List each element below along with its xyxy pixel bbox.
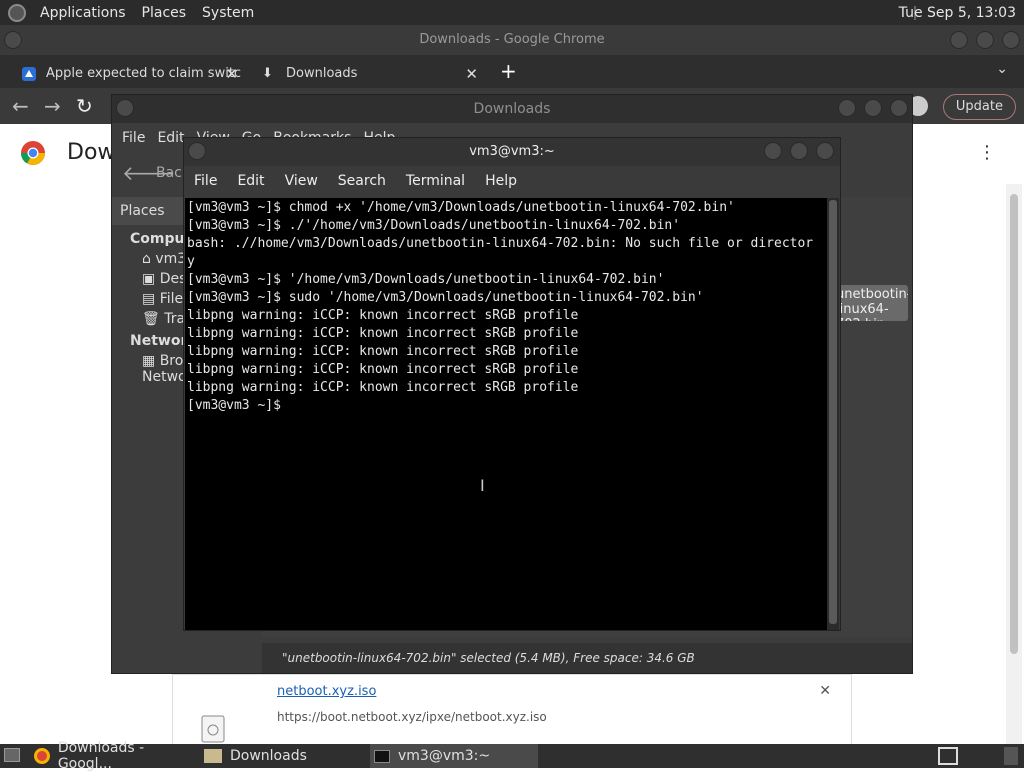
network-icon: ▦	[142, 353, 160, 369]
fm-statusbar: "unetbootin-linux64-702.bin" selected (5…	[262, 643, 912, 673]
more-options-icon[interactable]: ⋮	[978, 142, 996, 163]
clock[interactable]: Tue Sep 5, 13:03	[899, 5, 1016, 21]
close-icon[interactable]	[816, 142, 834, 160]
tab-close-icon[interactable]: ✕	[225, 65, 238, 83]
forward-arrow-icon[interactable]: →	[44, 94, 61, 118]
maximize-icon[interactable]	[790, 142, 808, 160]
tab-label: Apple expected to claim switc	[46, 66, 242, 81]
text-cursor-icon: I	[480, 476, 485, 495]
show-desktop-icon[interactable]	[4, 748, 20, 762]
folder-icon	[204, 749, 222, 763]
terminal-line: [vm3@vm3 ~]$ '/home/vm3/Downloads/unetbo…	[187, 272, 665, 287]
reload-icon[interactable]: ↻	[76, 94, 93, 118]
chrome-logo-icon	[20, 141, 45, 166]
fm-titlebar[interactable]: Downloads	[112, 95, 912, 123]
term-menu-terminal[interactable]: Terminal	[406, 173, 465, 189]
terminal-window: vm3@vm3:~ File Edit View Search Terminal…	[183, 137, 841, 631]
trash-applet-icon[interactable]	[1004, 747, 1018, 765]
chrome-titlebar[interactable]: Downloads - Google Chrome	[0, 25, 1024, 55]
chrome-title: Downloads - Google Chrome	[419, 32, 605, 47]
home-icon: ⌂	[142, 251, 156, 267]
term-menu-view[interactable]: View	[285, 173, 318, 189]
chrome-icon	[34, 748, 50, 764]
menu-applications[interactable]: Applications	[32, 5, 134, 21]
terminal-line: [vm3@vm3 ~]$ ./'/home/vm3/Downloads/unet…	[187, 218, 681, 233]
tab-close-icon[interactable]: ✕	[465, 65, 478, 83]
remove-download-icon[interactable]: ✕	[819, 683, 831, 699]
maximize-icon[interactable]	[976, 31, 994, 49]
download-icon: ⬇	[262, 65, 273, 81]
window-menu-icon[interactable]	[116, 99, 134, 117]
taskbar-item-terminal[interactable]: vm3@vm3:~	[370, 744, 538, 768]
drive-icon: ▤	[142, 291, 160, 307]
update-button[interactable]: Update	[942, 94, 1016, 120]
file-icon	[201, 715, 225, 743]
minimize-icon[interactable]	[764, 142, 782, 160]
close-icon[interactable]	[890, 99, 908, 117]
terminal-line: [vm3@vm3 ~]$ sudo '/home/vm3/Downloads/u…	[187, 290, 704, 305]
minimize-icon[interactable]	[950, 31, 968, 49]
tab-label: Downloads	[286, 66, 358, 81]
file-label: unetbootin-linux64-702.bin	[836, 287, 908, 321]
new-tab-button[interactable]: +	[500, 59, 517, 83]
desktop-icon: ▣	[142, 271, 160, 287]
workspace-switcher[interactable]	[938, 747, 958, 765]
window-menu-icon[interactable]	[4, 31, 22, 49]
tab-downloads[interactable]: ⬇ Downloads ✕	[252, 59, 488, 88]
term-menu-edit[interactable]: Edit	[237, 173, 264, 189]
minimize-icon[interactable]	[838, 99, 856, 117]
terminal-line: libpng warning: iCCP: known incorrect sR…	[187, 380, 579, 395]
taskbar-item-downloads[interactable]: Downloads	[204, 744, 364, 768]
terminal-prompt: [vm3@vm3 ~]$	[187, 398, 289, 413]
fm-menu-edit[interactable]: Edit	[157, 130, 184, 146]
terminal-titlebar[interactable]: vm3@vm3:~	[184, 138, 840, 166]
trash-icon: 🗑	[142, 311, 165, 327]
terminal-line: bash: .//home/vm3/Downloads/unetbootin-l…	[187, 236, 814, 251]
terminal-output[interactable]: [vm3@vm3 ~]$ chmod +x '/home/vm3/Downloa…	[185, 198, 827, 630]
page-scrollbar[interactable]	[1006, 184, 1022, 744]
download-filename-link[interactable]: netboot.xyz.iso	[277, 684, 376, 699]
menu-system[interactable]: System	[194, 5, 262, 21]
terminal-line: [vm3@vm3 ~]$ chmod +x '/home/vm3/Downloa…	[187, 200, 735, 215]
terminal-line: y	[187, 254, 195, 269]
bottom-panel: Downloads - Googl... Downloads vm3@vm3:~	[0, 740, 1024, 772]
back-arrow-icon[interactable]: ←	[12, 94, 29, 118]
terminal-scrollbar[interactable]	[827, 198, 839, 630]
page-title: Dow	[67, 140, 116, 165]
mate-logo-icon[interactable]	[8, 3, 26, 22]
term-menu-file[interactable]: File	[194, 173, 217, 189]
chrome-tabstrip: Apple expected to claim switc ✕ ⬇ Downlo…	[0, 55, 1024, 88]
maximize-icon[interactable]	[864, 99, 882, 117]
top-panel: Applications Places System Tue Sep 5, 13…	[0, 0, 1024, 25]
fm-title: Downloads	[473, 101, 551, 117]
term-menu-search[interactable]: Search	[338, 173, 386, 189]
close-icon[interactable]	[1002, 31, 1020, 49]
download-item: netboot.xyz.iso https://boot.netboot.xyz…	[172, 674, 852, 746]
terminal-line: libpng warning: iCCP: known incorrect sR…	[187, 344, 579, 359]
terminal-title: vm3@vm3:~	[469, 144, 555, 159]
tab-search-chevron-icon[interactable]: ⌄	[996, 61, 1008, 77]
terminal-icon	[374, 749, 390, 763]
terminal-line: libpng warning: iCCP: known incorrect sR…	[187, 308, 579, 323]
taskbar-item-chrome[interactable]: Downloads - Googl...	[34, 740, 200, 772]
site-favicon-icon	[22, 66, 36, 81]
terminal-line: libpng warning: iCCP: known incorrect sR…	[187, 326, 579, 341]
window-menu-icon[interactable]	[188, 142, 206, 160]
terminal-line: libpng warning: iCCP: known incorrect sR…	[187, 362, 579, 377]
term-menu-help[interactable]: Help	[485, 173, 517, 189]
fm-menu-file[interactable]: File	[122, 130, 145, 146]
download-url: https://boot.netboot.xyz/ipxe/netboot.xy…	[277, 710, 547, 724]
menu-places[interactable]: Places	[134, 5, 195, 21]
scrollbar-thumb[interactable]	[829, 200, 837, 624]
terminal-menubar: File Edit View Search Terminal Help	[184, 166, 840, 196]
tab-apple[interactable]: Apple expected to claim switc ✕	[12, 59, 248, 88]
file-item-selected[interactable]: unetbootin-linux64-702.bin	[832, 285, 908, 321]
